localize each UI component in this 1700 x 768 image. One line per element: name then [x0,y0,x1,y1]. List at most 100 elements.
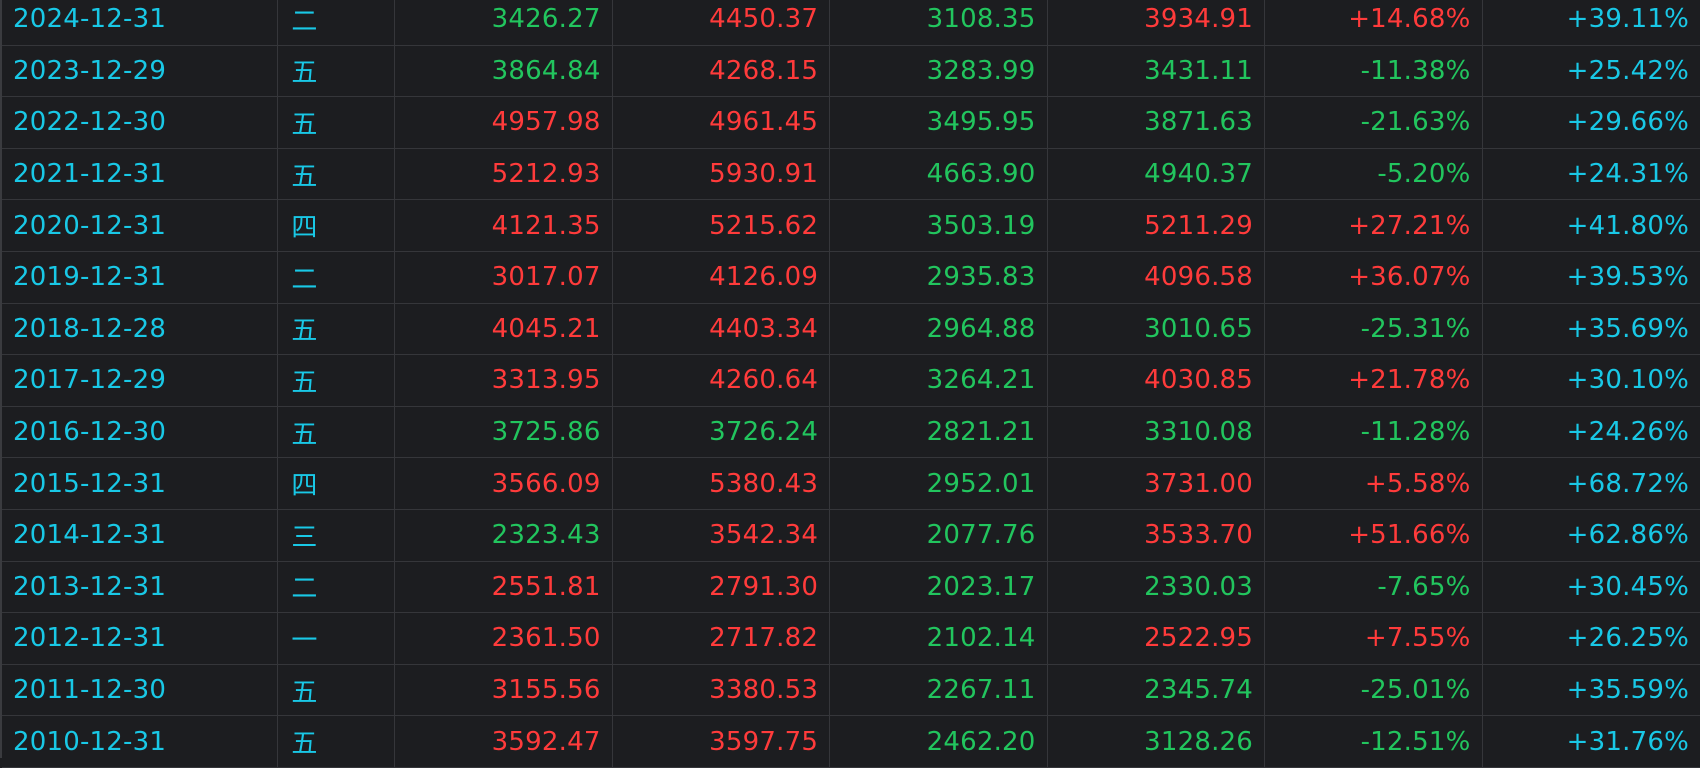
high-cell: 5380.43 [613,458,831,509]
open-cell: 3592.47 [395,716,613,767]
weekday-cell: 五 [278,355,396,406]
amplitude-percent-cell: +62.86% [1566,520,1689,551]
change-percent-cell: +5.58% [1265,458,1483,509]
change-percent-cell: -21.63% [1265,97,1483,148]
table-row[interactable]: 2012-12-31 一 2361.50 2717.82 2102.14 252… [2,613,1700,665]
low-cell: 2821.21 [830,406,1048,458]
close-cell: 3871.63 [1048,97,1266,148]
amplitude-percent-cell: +29.66% [1566,107,1689,138]
table-row[interactable]: 2018-12-28 五 4045.21 4403.34 2964.88 301… [2,303,1700,356]
close-cell: 2345.74 [1048,664,1266,716]
close-cell: 3128.26 [1048,716,1266,767]
weekday-cell: 五 [278,303,396,355]
date-cell: 2020-12-31 [2,200,279,251]
date-cell: 2011-12-30 [2,664,279,716]
high-cell: 4450.37 [613,0,831,45]
amplitude-percent-cell: +24.31% [1566,159,1689,190]
date-cell: 2022-12-30 [2,97,279,148]
date-cell: 2023-12-29 [2,45,279,97]
table-row[interactable]: 2022-12-30 五 4957.98 4961.45 3495.95 387… [2,97,1700,149]
amplitude-percent-cell: +41.80% [1566,210,1689,241]
close-cell: 4096.58 [1048,251,1266,303]
table-row[interactable]: 2013-12-31 二 2551.81 2791.30 2023.17 233… [2,561,1700,614]
change-percent-cell: -7.65% [1265,561,1483,613]
close-cell: 5211.29 [1048,200,1266,251]
weekday-cell: 四 [278,458,396,509]
date-cell: 2018-12-28 [2,303,279,355]
high-cell: 4260.64 [613,355,831,406]
close-cell: 3431.11 [1048,45,1266,97]
close-cell: 3010.65 [1048,303,1266,355]
open-cell: 4121.35 [395,200,613,251]
high-cell: 4126.09 [613,251,831,303]
table-row[interactable]: 2015-12-31 四 3566.09 5380.43 2952.01 373… [2,458,1700,510]
date-cell: 2015-12-31 [2,458,279,509]
amplitude-percent-cell: +39.53% [1566,262,1689,293]
open-cell: 2323.43 [395,509,613,561]
weekday-cell: 四 [278,200,396,251]
table-row[interactable]: 2020-12-31 四 4121.35 5215.62 3503.19 521… [2,200,1700,252]
high-cell: 3380.53 [613,664,831,716]
table-row[interactable]: 2016-12-30 五 3725.86 3726.24 2821.21 331… [2,406,1700,459]
amplitude-percent-cell: +30.45% [1566,571,1689,602]
low-cell: 3283.99 [830,45,1048,97]
open-cell: 2551.81 [395,561,613,613]
open-cell: 4957.98 [395,97,613,148]
high-cell: 4403.34 [613,303,831,355]
open-cell: 3155.56 [395,664,613,716]
date-cell: 2014-12-31 [2,509,279,561]
weekday-cell: 五 [278,97,396,148]
low-cell: 2077.76 [830,509,1048,561]
table-row[interactable]: 2019-12-31 二 3017.07 4126.09 2935.83 409… [2,251,1700,304]
amplitude-percent-cell: +39.11% [1566,4,1689,35]
open-cell: 3426.27 [395,0,613,45]
low-cell: 2952.01 [830,458,1048,509]
change-percent-cell: +7.55% [1265,613,1483,664]
low-cell: 4663.90 [830,148,1048,200]
high-cell: 4268.15 [613,45,831,97]
date-cell: 2016-12-30 [2,406,279,458]
change-percent-cell: +21.78% [1265,355,1483,406]
date-cell: 2012-12-31 [2,613,279,664]
change-percent-cell: -11.38% [1265,45,1483,97]
table-row[interactable]: 2023-12-29 五 3864.84 4268.15 3283.99 343… [2,45,1700,98]
table-row[interactable]: 2011-12-30 五 3155.56 3380.53 2267.11 234… [2,664,1700,717]
table-row[interactable]: 2010-12-31 五 3592.47 3597.75 2462.20 312… [2,716,1700,768]
table-row[interactable]: 2021-12-31 五 5212.93 5930.91 4663.90 494… [2,148,1700,201]
table-body: 2024-12-31 二 3426.27 4450.37 3108.35 393… [2,0,1700,768]
date-cell: 2019-12-31 [2,251,279,303]
table-row[interactable]: 2024-12-31 二 3426.27 4450.37 3108.35 393… [2,0,1700,46]
change-percent-cell: +27.21% [1265,200,1483,251]
high-cell: 5215.62 [613,200,831,251]
date-cell: 2024-12-31 [2,0,279,45]
high-cell: 3542.34 [613,509,831,561]
annual-data-table: 2024-12-31 二 3426.27 4450.37 3108.35 393… [0,0,1700,768]
close-cell: 2330.03 [1048,561,1266,613]
change-percent-cell: +51.66% [1265,509,1483,561]
table-row[interactable]: 2017-12-29 五 3313.95 4260.64 3264.21 403… [2,355,1700,407]
close-cell: 3731.00 [1048,458,1266,509]
weekday-cell: 一 [278,613,396,664]
close-cell: 3934.91 [1048,0,1266,45]
close-cell: 4030.85 [1048,355,1266,406]
change-percent-cell: -25.01% [1265,664,1483,716]
close-cell: 3310.08 [1048,406,1266,458]
date-cell: 2021-12-31 [2,148,279,200]
table-row[interactable]: 2014-12-31 三 2323.43 3542.34 2077.76 353… [2,509,1700,562]
change-percent-cell: +14.68% [1265,0,1483,45]
open-cell: 3725.86 [395,406,613,458]
weekday-cell: 二 [278,561,396,613]
low-cell: 2462.20 [830,716,1048,767]
date-cell: 2017-12-29 [2,355,279,406]
weekday-cell: 二 [278,0,396,45]
change-percent-cell: -12.51% [1265,716,1483,767]
amplitude-percent-cell: +30.10% [1566,365,1689,396]
open-cell: 5212.93 [395,148,613,200]
close-cell: 3533.70 [1048,509,1266,561]
close-cell: 4940.37 [1048,148,1266,200]
open-cell: 3313.95 [395,355,613,406]
open-cell: 3017.07 [395,251,613,303]
low-cell: 2267.11 [830,664,1048,716]
change-percent-cell: +36.07% [1265,251,1483,303]
high-cell: 2791.30 [613,561,831,613]
